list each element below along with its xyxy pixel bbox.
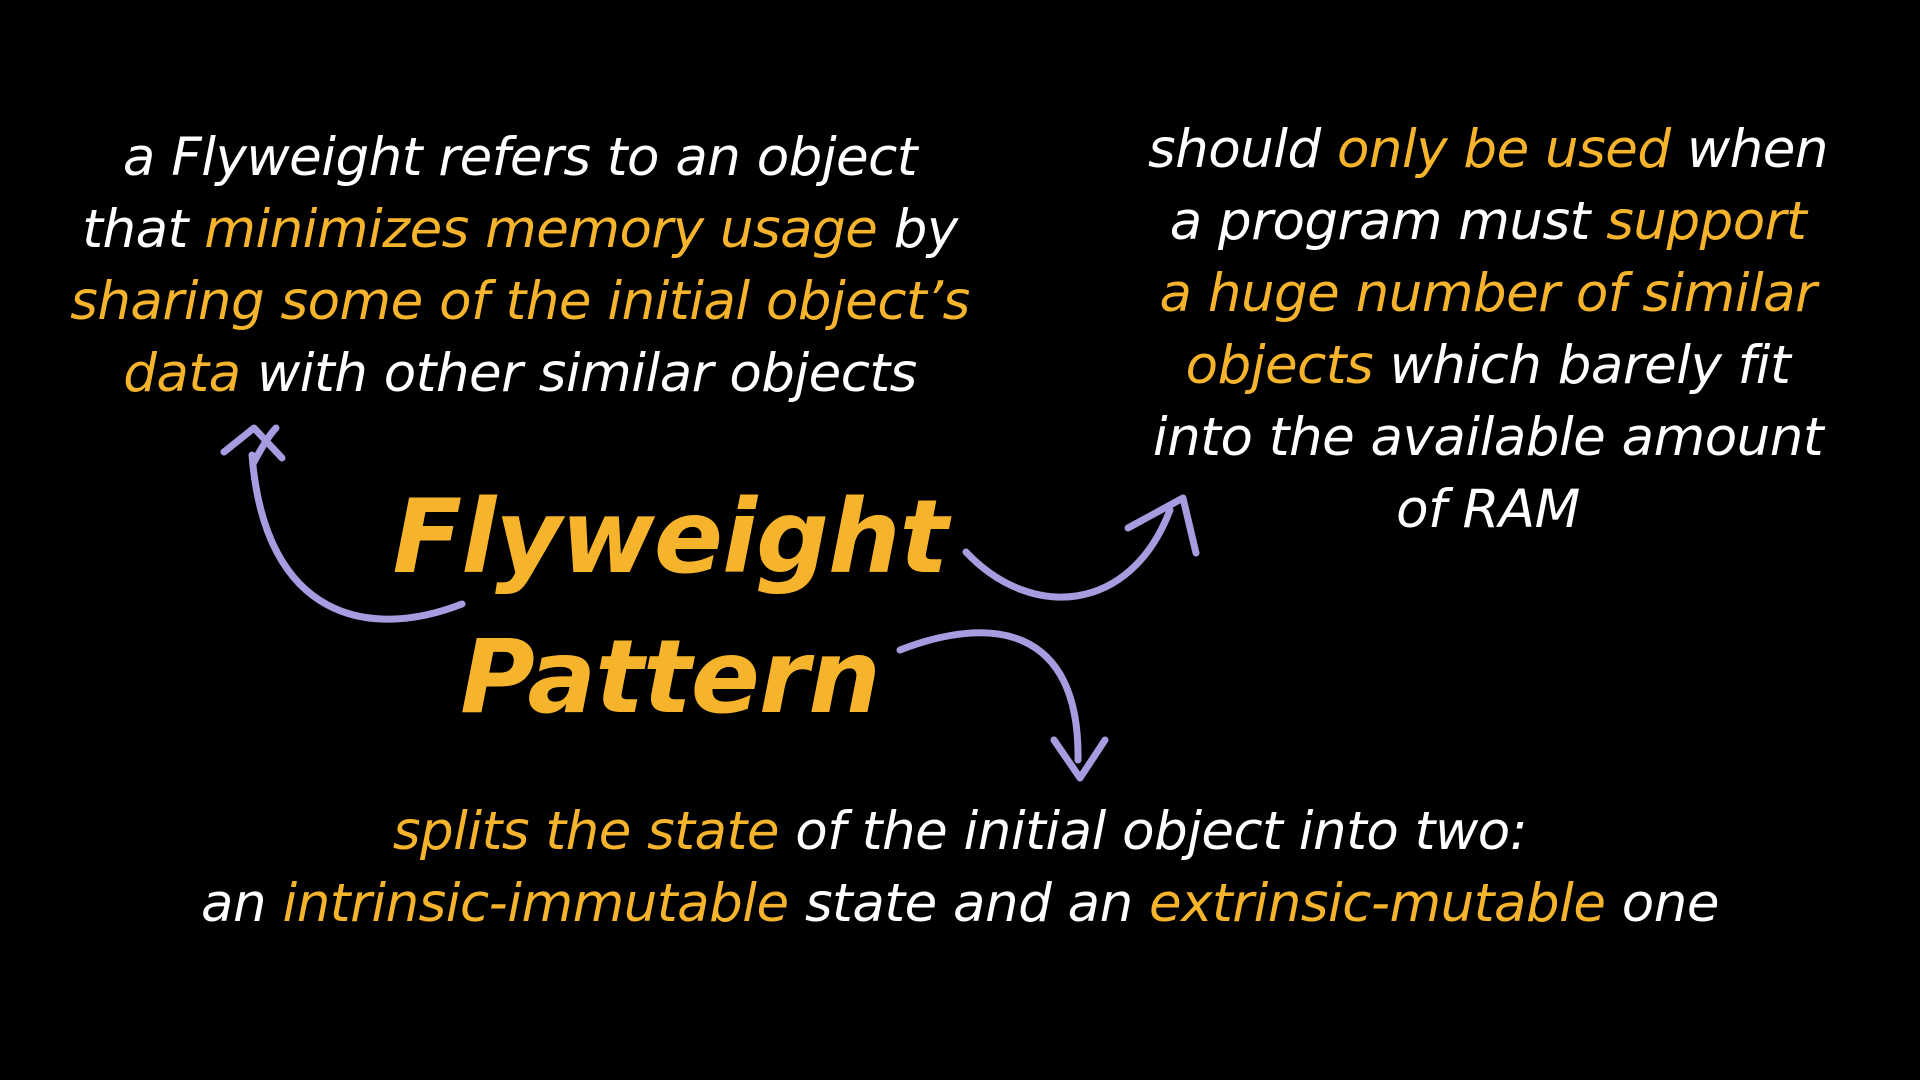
text-segment: by (877, 199, 959, 260)
highlight-segment: splits the state (392, 801, 780, 862)
highlight-segment: intrinsic-immutable (282, 873, 789, 934)
highlight-segment: objects (1185, 335, 1374, 396)
text-segment: into the available amount (1152, 407, 1824, 468)
state-split-line: an intrinsic-immutable state and an extr… (60, 868, 1860, 940)
usage-line: of RAM (1078, 474, 1898, 546)
text-segment: that (82, 199, 205, 260)
text-segment: a Flyweight refers to an object (122, 127, 918, 188)
text-segment: state and an (788, 873, 1150, 934)
highlight-segment: sharing some of the initial object’s (70, 271, 970, 332)
definition-text: a Flyweight refers to an object that min… (45, 122, 995, 410)
highlight-segment: minimizes memory usage (204, 199, 878, 260)
text-segment: one (1605, 873, 1720, 934)
text-segment: with other similar objects (240, 343, 917, 404)
usage-line: objects which barely fit (1078, 330, 1898, 402)
definition-line: that minimizes memory usage by (45, 194, 995, 266)
slide: Flyweight Pattern a Flyweight refers to … (0, 0, 1920, 1080)
state-split-line: splits the state of the initial object i… (60, 796, 1860, 868)
text-segment: should (1148, 119, 1337, 180)
text-segment: an (201, 873, 283, 934)
highlight-segment: support (1606, 191, 1807, 252)
highlight-segment: extrinsic-mutable (1149, 873, 1606, 934)
usage-line: a program must support (1078, 186, 1898, 258)
text-segment: a program must (1169, 191, 1607, 252)
definition-line: sharing some of the initial object’s (45, 266, 995, 338)
text-segment: which barely fit (1373, 335, 1791, 396)
text-segment: of the initial object into two: (778, 801, 1528, 862)
definition-line: a Flyweight refers to an object (45, 122, 995, 194)
usage-line: should only be used when (1078, 114, 1898, 186)
usage-text: should only be used when a program must … (1078, 114, 1898, 546)
title-line-2: Pattern (460, 618, 881, 737)
text-segment: when (1670, 119, 1829, 180)
highlight-segment: data (123, 343, 241, 404)
usage-line: into the available amount (1078, 402, 1898, 474)
usage-line: a huge number of similar (1078, 258, 1898, 330)
title-line-1: Flyweight (392, 478, 949, 597)
text-segment: of RAM (1396, 479, 1580, 540)
highlight-segment: only be used (1336, 119, 1671, 180)
state-split-text: splits the state of the initial object i… (60, 796, 1860, 940)
title: Flyweight Pattern (330, 468, 1010, 748)
definition-line: data with other similar objects (45, 338, 995, 410)
highlight-segment: a huge number of similar (1159, 263, 1817, 324)
